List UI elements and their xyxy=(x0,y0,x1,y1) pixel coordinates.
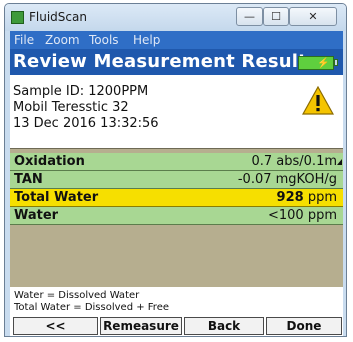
screen-title: Review Measurement Results xyxy=(13,51,318,72)
fluidscan-window: FluidScan — ☐ ✕ File Zoom Tools Help Rev… xyxy=(4,3,347,337)
battery-icon: ⚡ xyxy=(298,56,334,70)
sample-id: Sample ID: 1200PPM xyxy=(13,84,149,99)
battery-cap xyxy=(334,59,338,66)
result-row-water[interactable]: Water <100 ppm xyxy=(10,207,343,225)
menu-file[interactable]: File xyxy=(14,33,34,47)
menu-help[interactable]: Help xyxy=(133,33,160,47)
result-unit: ppm xyxy=(307,190,337,205)
legend-notes: Water = Dissolved Water Total Water = Di… xyxy=(10,287,343,316)
done-button[interactable]: Done xyxy=(266,317,342,335)
menu-bar: File Zoom Tools Help xyxy=(10,31,343,49)
result-row-oxidation[interactable]: Oxidation 0.7 abs/0.1m xyxy=(10,153,343,171)
result-label: TAN xyxy=(14,172,43,187)
result-value: 928 ppm xyxy=(277,190,337,205)
result-value: -0.07 mgKOH/g xyxy=(237,172,337,187)
result-row-total-water[interactable]: Total Water 928 ppm xyxy=(10,189,343,207)
result-number: 928 xyxy=(276,190,304,205)
result-label: Oxidation xyxy=(14,154,85,169)
sample-name: Mobil Teresstic 32 xyxy=(13,100,129,115)
legend-total-water: Total Water = Dissolved + Free xyxy=(14,302,169,313)
menu-zoom[interactable]: Zoom xyxy=(45,33,80,47)
maximize-button[interactable]: ☐ xyxy=(263,7,289,26)
title-bar: FluidScan — ☐ ✕ xyxy=(5,4,346,31)
screen-header: Review Measurement Results ⚡ xyxy=(10,49,343,75)
charging-plug-icon: ⚡ xyxy=(317,58,330,69)
result-value: 0.7 abs/0.1m xyxy=(251,154,337,169)
result-label: Total Water xyxy=(14,190,99,205)
row-corner-marker xyxy=(337,159,342,165)
remeasure-button[interactable]: Remeasure xyxy=(100,317,182,335)
minimize-button[interactable]: — xyxy=(236,7,263,26)
back-button[interactable]: Back xyxy=(184,317,264,335)
legend-water: Water = Dissolved Water xyxy=(14,290,140,301)
result-value: <100 ppm xyxy=(267,208,337,223)
menu-tools[interactable]: Tools xyxy=(89,33,119,47)
result-row-tan[interactable]: TAN -0.07 mgKOH/g xyxy=(10,171,343,189)
button-bar: << Remeasure Back Done xyxy=(10,316,343,336)
sample-datetime: 13 Dec 2016 13:32:56 xyxy=(13,116,159,131)
window-title: FluidScan xyxy=(29,10,87,24)
warning-icon xyxy=(302,86,334,115)
app-icon xyxy=(11,11,24,24)
sample-info: Sample ID: 1200PPM Mobil Teresstic 32 13… xyxy=(10,75,343,148)
result-label: Water xyxy=(14,208,59,223)
results-panel: Oxidation 0.7 abs/0.1m TAN -0.07 mgKOH/g… xyxy=(10,148,343,287)
previous-button[interactable]: << xyxy=(13,317,98,335)
close-button[interactable]: ✕ xyxy=(289,7,337,26)
